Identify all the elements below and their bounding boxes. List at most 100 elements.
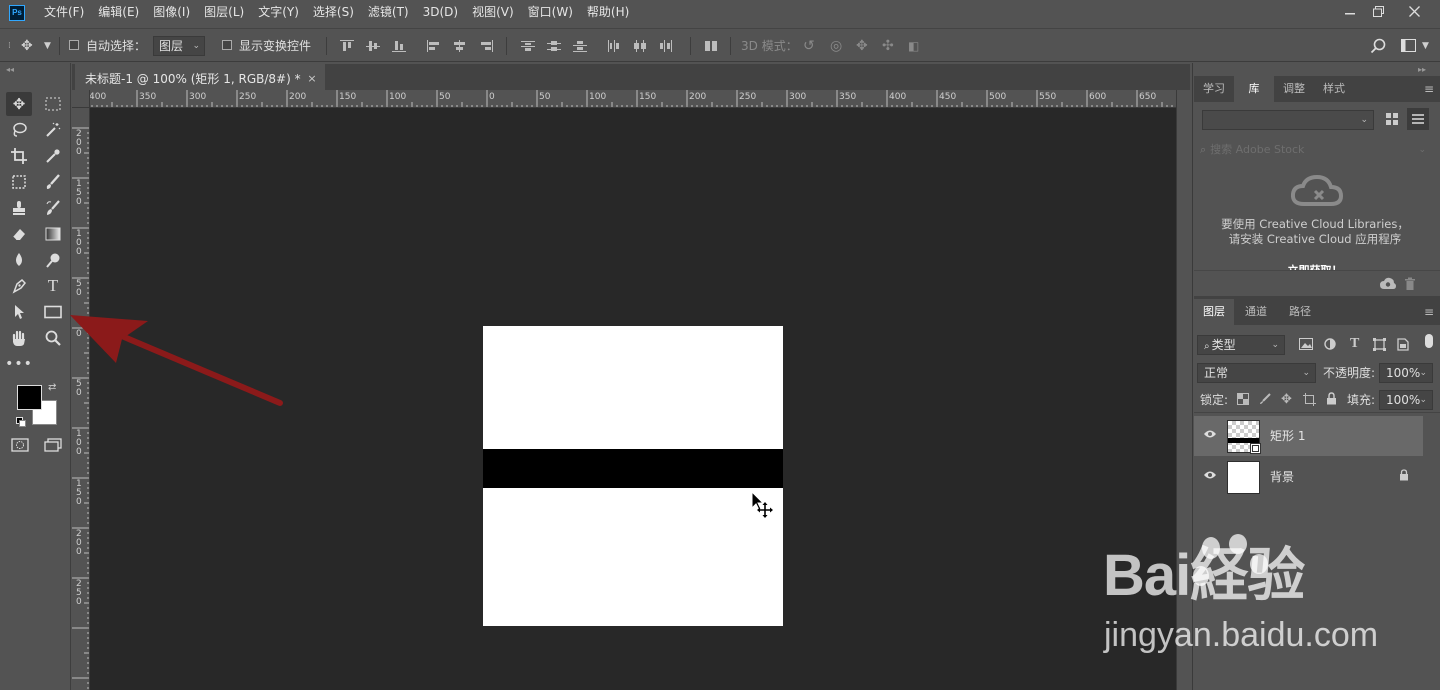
layers-scrollbar[interactable] xyxy=(1423,416,1440,686)
3d-slide-icon[interactable]: ✣ xyxy=(882,29,894,63)
move-tool-icon[interactable]: ✥ xyxy=(6,92,32,116)
lasso-tool-icon[interactable] xyxy=(6,118,32,142)
layer-filter-kind-dropdown[interactable]: ⌕ 类型 ⌄ xyxy=(1197,335,1285,355)
close-document-icon[interactable]: × xyxy=(307,66,316,92)
dodge-tool-icon[interactable] xyxy=(40,248,66,272)
horizontal-ruler[interactable]: 400 350 300 250 200 150 100 50 0 50 100 150 200 250 30… xyxy=(90,90,1176,108)
filter-shape-icon[interactable] xyxy=(1373,338,1386,354)
menu-layer[interactable]: 图层(L) xyxy=(197,0,251,25)
panel-menu-icon[interactable]: ≡ xyxy=(1424,299,1434,325)
3d-pan-icon[interactable]: ✥ xyxy=(856,29,868,63)
brush-tool-icon[interactable] xyxy=(40,170,66,194)
filter-adjustment-icon[interactable] xyxy=(1324,338,1336,353)
align-bottom-icon[interactable] xyxy=(392,40,406,52)
layer-name[interactable]: 矩形 1 xyxy=(1270,416,1305,456)
tab-styles[interactable]: 样式 xyxy=(1314,76,1354,102)
more-tools-icon[interactable]: ••• xyxy=(5,352,32,376)
tab-libraries[interactable]: 库 xyxy=(1234,76,1274,102)
distribute-vertical-center-icon[interactable] xyxy=(547,40,561,52)
move-tool-preset-icon[interactable]: ✥ xyxy=(21,29,33,63)
align-left-icon[interactable] xyxy=(427,40,441,52)
collapse-icon[interactable]: ◂◂ xyxy=(6,65,14,74)
menu-type[interactable]: 文字(Y) xyxy=(251,0,306,25)
distribute-bottom-icon[interactable] xyxy=(573,40,587,52)
align-top-icon[interactable] xyxy=(340,40,354,52)
lock-transparent-pixels-icon[interactable] xyxy=(1237,393,1249,408)
menu-help[interactable]: 帮助(H) xyxy=(580,0,636,25)
clone-stamp-tool-icon[interactable] xyxy=(6,196,32,220)
filter-type-icon[interactable]: T xyxy=(1350,336,1359,352)
search-icon[interactable] xyxy=(1370,38,1386,57)
screen-mode-icon[interactable] xyxy=(44,438,62,455)
tab-layers[interactable]: 图层 xyxy=(1194,299,1234,325)
blend-mode-dropdown[interactable]: 正常 ⌄ xyxy=(1197,363,1316,383)
ruler-corner[interactable] xyxy=(72,90,90,108)
path-selection-tool-icon[interactable] xyxy=(6,300,32,324)
panel-menu-icon[interactable]: ≡ xyxy=(1424,76,1434,102)
tab-paths[interactable]: 路径 xyxy=(1278,299,1322,325)
menu-select[interactable]: 选择(S) xyxy=(306,0,361,25)
menu-edit[interactable]: 编辑(E) xyxy=(91,0,146,25)
quick-mask-icon[interactable] xyxy=(11,438,29,455)
crop-tool-icon[interactable] xyxy=(6,144,32,168)
opacity-input[interactable]: 100% ⌄ xyxy=(1379,363,1433,383)
lock-image-pixels-icon[interactable] xyxy=(1259,393,1271,408)
align-right-icon[interactable] xyxy=(479,40,493,52)
align-horizontal-center-icon[interactable] xyxy=(453,40,467,52)
menu-filter[interactable]: 滤镜(T) xyxy=(361,0,416,25)
collapse-panels-icon[interactable]: ▸▸ xyxy=(1418,65,1426,74)
frame-tool-icon[interactable] xyxy=(6,170,32,194)
rectangle-tool-icon[interactable] xyxy=(40,300,66,324)
trash-icon[interactable] xyxy=(1404,277,1416,294)
3d-roll-icon[interactable]: ◎ xyxy=(830,29,842,63)
auto-select-checkbox[interactable] xyxy=(69,40,79,50)
tab-learn[interactable]: 学习 xyxy=(1194,76,1234,102)
lock-artboard-icon[interactable] xyxy=(1303,393,1316,409)
layer-name[interactable]: 背景 xyxy=(1270,457,1294,497)
lock-position-icon[interactable]: ✥ xyxy=(1281,392,1292,407)
type-tool-icon[interactable]: T xyxy=(40,274,66,298)
filter-pixel-icon[interactable] xyxy=(1299,338,1313,353)
eye-icon[interactable] xyxy=(1203,428,1217,442)
pen-tool-icon[interactable] xyxy=(6,274,32,298)
stock-search-field[interactable]: ⌕ 搜索 Adobe Stock ⌄ xyxy=(1200,141,1432,159)
grid-view-icon[interactable] xyxy=(1385,112,1399,129)
3d-scale-icon[interactable]: ◧ xyxy=(908,29,919,63)
swap-colors-icon[interactable]: ⇄ xyxy=(48,382,56,393)
eraser-tool-icon[interactable] xyxy=(6,222,32,246)
close-window-icon[interactable] xyxy=(1398,0,1430,22)
cc-sync-icon[interactable] xyxy=(1379,277,1397,294)
zoom-tool-icon[interactable] xyxy=(40,326,66,350)
rectangle-shape-layer[interactable] xyxy=(483,449,783,488)
gradient-tool-icon[interactable] xyxy=(40,222,66,246)
menu-window[interactable]: 窗口(W) xyxy=(521,0,580,25)
show-transform-checkbox[interactable] xyxy=(222,40,232,50)
distribute-right-icon[interactable] xyxy=(659,40,673,52)
distribute-horizontal-center-icon[interactable] xyxy=(633,40,647,52)
distribute-left-icon[interactable] xyxy=(607,40,621,52)
filter-toggle-switch[interactable] xyxy=(1425,334,1433,348)
list-view-icon[interactable] xyxy=(1407,108,1429,130)
align-vertical-center-icon[interactable] xyxy=(366,40,380,52)
menu-3d[interactable]: 3D(D) xyxy=(416,0,465,25)
eye-icon[interactable] xyxy=(1203,469,1217,483)
chevron-down-icon[interactable]: ▼ xyxy=(1422,29,1429,63)
eyedropper-tool-icon[interactable] xyxy=(40,144,66,168)
menu-view[interactable]: 视图(V) xyxy=(465,0,521,25)
auto-align-layers-icon[interactable] xyxy=(704,40,718,52)
layer-row-rectangle-1[interactable]: 矩形 1 xyxy=(1194,416,1423,456)
workspace-icon[interactable] xyxy=(1401,39,1417,56)
default-colors-icon[interactable] xyxy=(16,416,26,430)
distribute-top-icon[interactable] xyxy=(521,40,535,52)
layer-row-background[interactable]: 背景 xyxy=(1194,457,1423,497)
blur-tool-icon[interactable] xyxy=(6,248,32,272)
restore-icon[interactable] xyxy=(1362,0,1394,22)
filter-smart-object-icon[interactable] xyxy=(1397,338,1409,354)
auto-select-target-dropdown[interactable]: 图层 ⌄ xyxy=(153,36,205,56)
menu-file[interactable]: 文件(F) xyxy=(37,0,91,25)
tab-adjustments[interactable]: 调整 xyxy=(1274,76,1314,102)
lock-all-icon[interactable] xyxy=(1326,392,1337,408)
fill-input[interactable]: 100% ⌄ xyxy=(1379,390,1433,410)
document-tab[interactable]: 未标题-1 @ 100% (矩形 1, RGB/8#) * × xyxy=(75,64,325,90)
hand-tool-icon[interactable] xyxy=(6,326,32,350)
